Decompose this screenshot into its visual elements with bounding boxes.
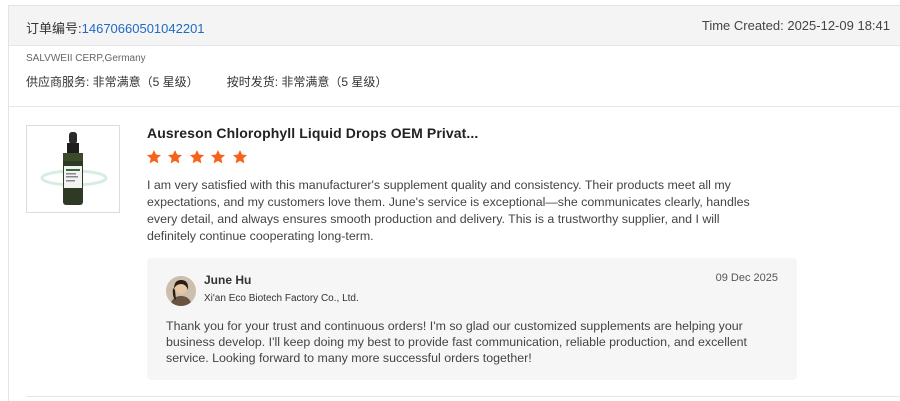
supplier-reply: June Hu Xi'an Eco Biotech Factory Co., L… [147,258,797,380]
divider [9,106,900,107]
supplier-ratings: 供应商服务: 非常满意（5 星级） 按时发货: 非常满意（5 星级） [26,73,387,90]
order-number-row: 订单编号:14670660501042201 [26,18,205,37]
review-text: I am very satisfied with this manufactur… [147,178,750,243]
star-icon [232,150,247,164]
divider [26,396,900,397]
order-number-label: 订单编号: [26,21,82,36]
dropper-bottle-icon [40,132,108,205]
avatar [166,276,196,306]
supplier-info: SALVWEII CERP,Germany 供应商服务: 非常满意（5 星级） 按… [26,53,387,90]
star-icon [189,150,204,164]
supplier-service-rating: 供应商服务: 非常满意（5 星级） [26,75,199,89]
reply-text: Thank you for your trust and continuous … [166,319,747,365]
star-icon [211,150,226,164]
product-image[interactable] [26,125,120,213]
on-time-shipping-rating: 按时发货: 非常满意（5 星级） [226,75,388,89]
star-icon [147,150,161,164]
order-header: 订单编号:14670660501042201 Time Created: 202… [9,6,900,46]
reply-date: 09 Dec 2025 [715,272,778,284]
user-photo-icon [166,276,196,306]
reply-company: Xi'an Eco Biotech Factory Co., Ltd. [204,293,359,304]
star-icon [168,150,183,164]
supplier-name: SALVWEII CERP,Germany [26,53,146,64]
order-number-link[interactable]: 14670660501042201 [82,21,205,36]
reply-author: June Hu [204,273,252,287]
time-created: Time Created: 2025-12-09 18:41 [701,18,890,33]
product-title[interactable]: Ausreson Chlorophyll Liquid Drops OEM Pr… [147,125,478,141]
rating-stars [146,149,249,170]
